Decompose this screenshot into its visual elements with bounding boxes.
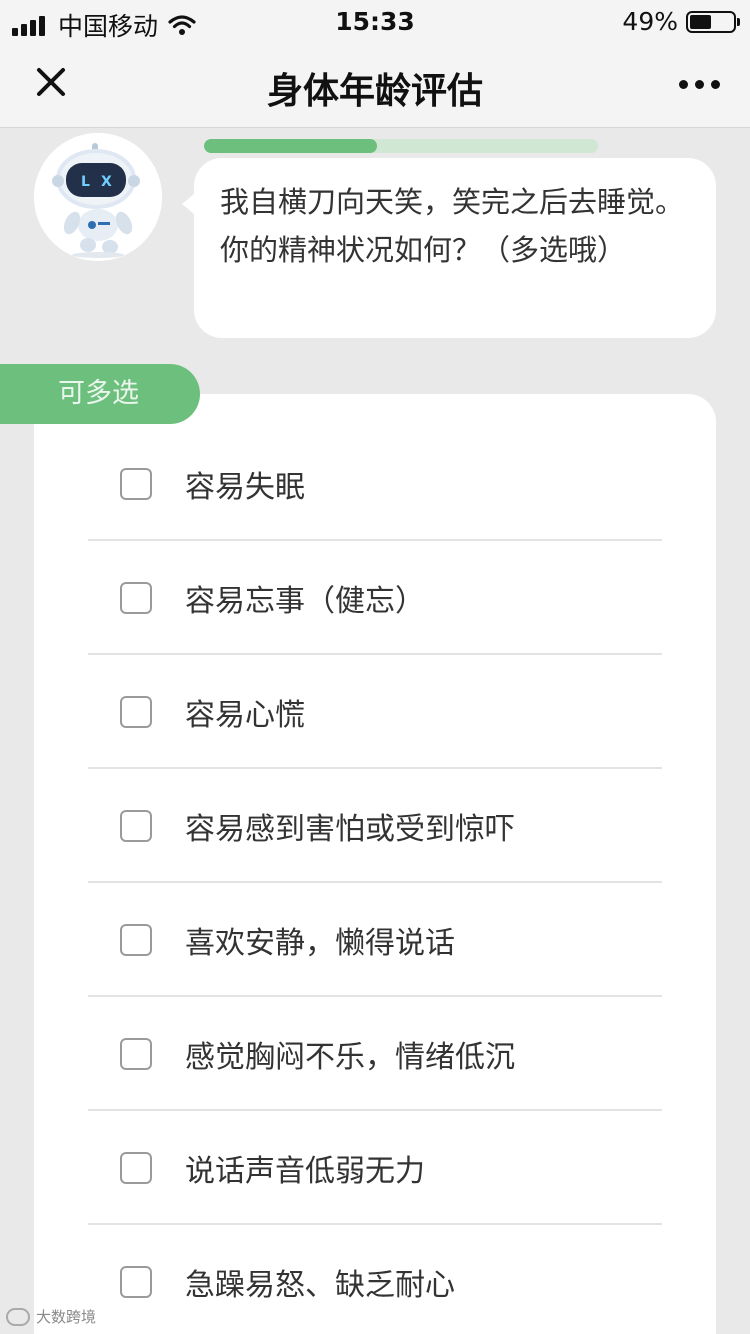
option-item[interactable]: 容易忘事（健忘） [88, 541, 662, 655]
option-label: 容易心慌 [185, 698, 305, 733]
checkbox[interactable] [120, 468, 152, 500]
option-label: 容易失眠 [185, 470, 305, 505]
option-item[interactable]: 说话声音低弱无力 [88, 1111, 662, 1225]
watermark: 大数跨境 [6, 1306, 96, 1327]
checkbox[interactable] [120, 924, 152, 956]
page-title: 身体年龄评估 [266, 71, 483, 112]
option-label: 容易忘事（健忘） [185, 584, 425, 619]
option-item[interactable]: 感觉胸闷不乐，情绪低沉 [88, 997, 662, 1111]
option-label: 说话声音低弱无力 [185, 1154, 425, 1189]
watermark-logo-icon [6, 1307, 30, 1326]
app-screen: 中国移动 15:33 49% 身体年龄评估 L X 我自横刀向天笑，笑完之后去睡… [0, 0, 750, 1334]
question-text: 我自横刀向天笑，笑完之后去睡觉。你的精神状况如何？（多选哦） [220, 185, 685, 267]
robot-avatar: L X [34, 133, 162, 261]
option-label: 急躁易怒、缺乏耐心 [185, 1268, 455, 1303]
checkbox[interactable] [120, 582, 152, 614]
checkbox[interactable] [120, 1152, 152, 1184]
option-label: 容易感到害怕或受到惊吓 [185, 812, 515, 847]
multi-select-tag: 可多选 [0, 364, 200, 424]
battery-fill [690, 14, 711, 29]
checkbox[interactable] [120, 696, 152, 728]
battery-icon [686, 10, 740, 33]
checkbox[interactable] [120, 1038, 152, 1070]
option-label: 喜欢安静，懒得说话 [185, 926, 455, 961]
option-item[interactable]: 容易感到害怕或受到惊吓 [88, 769, 662, 883]
nav-bar: 身体年龄评估 [0, 42, 750, 128]
option-item[interactable]: 急躁易怒、缺乏耐心 [88, 1225, 662, 1334]
progress-bar [204, 139, 598, 153]
checkbox[interactable] [120, 1266, 152, 1298]
status-bar: 中国移动 15:33 49% [0, 0, 750, 42]
option-item[interactable]: 容易心慌 [88, 655, 662, 769]
status-right: 49% [622, 7, 740, 36]
svg-text:L: L [81, 174, 90, 190]
robot-icon: L X [34, 133, 162, 261]
option-label: 感觉胸闷不乐，情绪低沉 [185, 1040, 515, 1075]
more-dots-icon[interactable] [672, 80, 720, 89]
battery-percent: 49% [622, 7, 678, 36]
svg-text:X: X [101, 174, 112, 190]
checkbox[interactable] [120, 810, 152, 842]
question-bubble: 我自横刀向天笑，笑完之后去睡觉。你的精神状况如何？（多选哦） [182, 158, 716, 338]
watermark-text: 大数跨境 [36, 1308, 97, 1326]
option-item[interactable]: 容易失眠 [88, 427, 662, 541]
option-item[interactable]: 喜欢安静，懒得说话 [88, 883, 662, 997]
options-card: 容易失眠 容易忘事（健忘） 容易心慌 容易感到害怕或受到惊吓 喜欢安静，懒得说话… [34, 394, 716, 1334]
progress-fill [204, 139, 378, 153]
